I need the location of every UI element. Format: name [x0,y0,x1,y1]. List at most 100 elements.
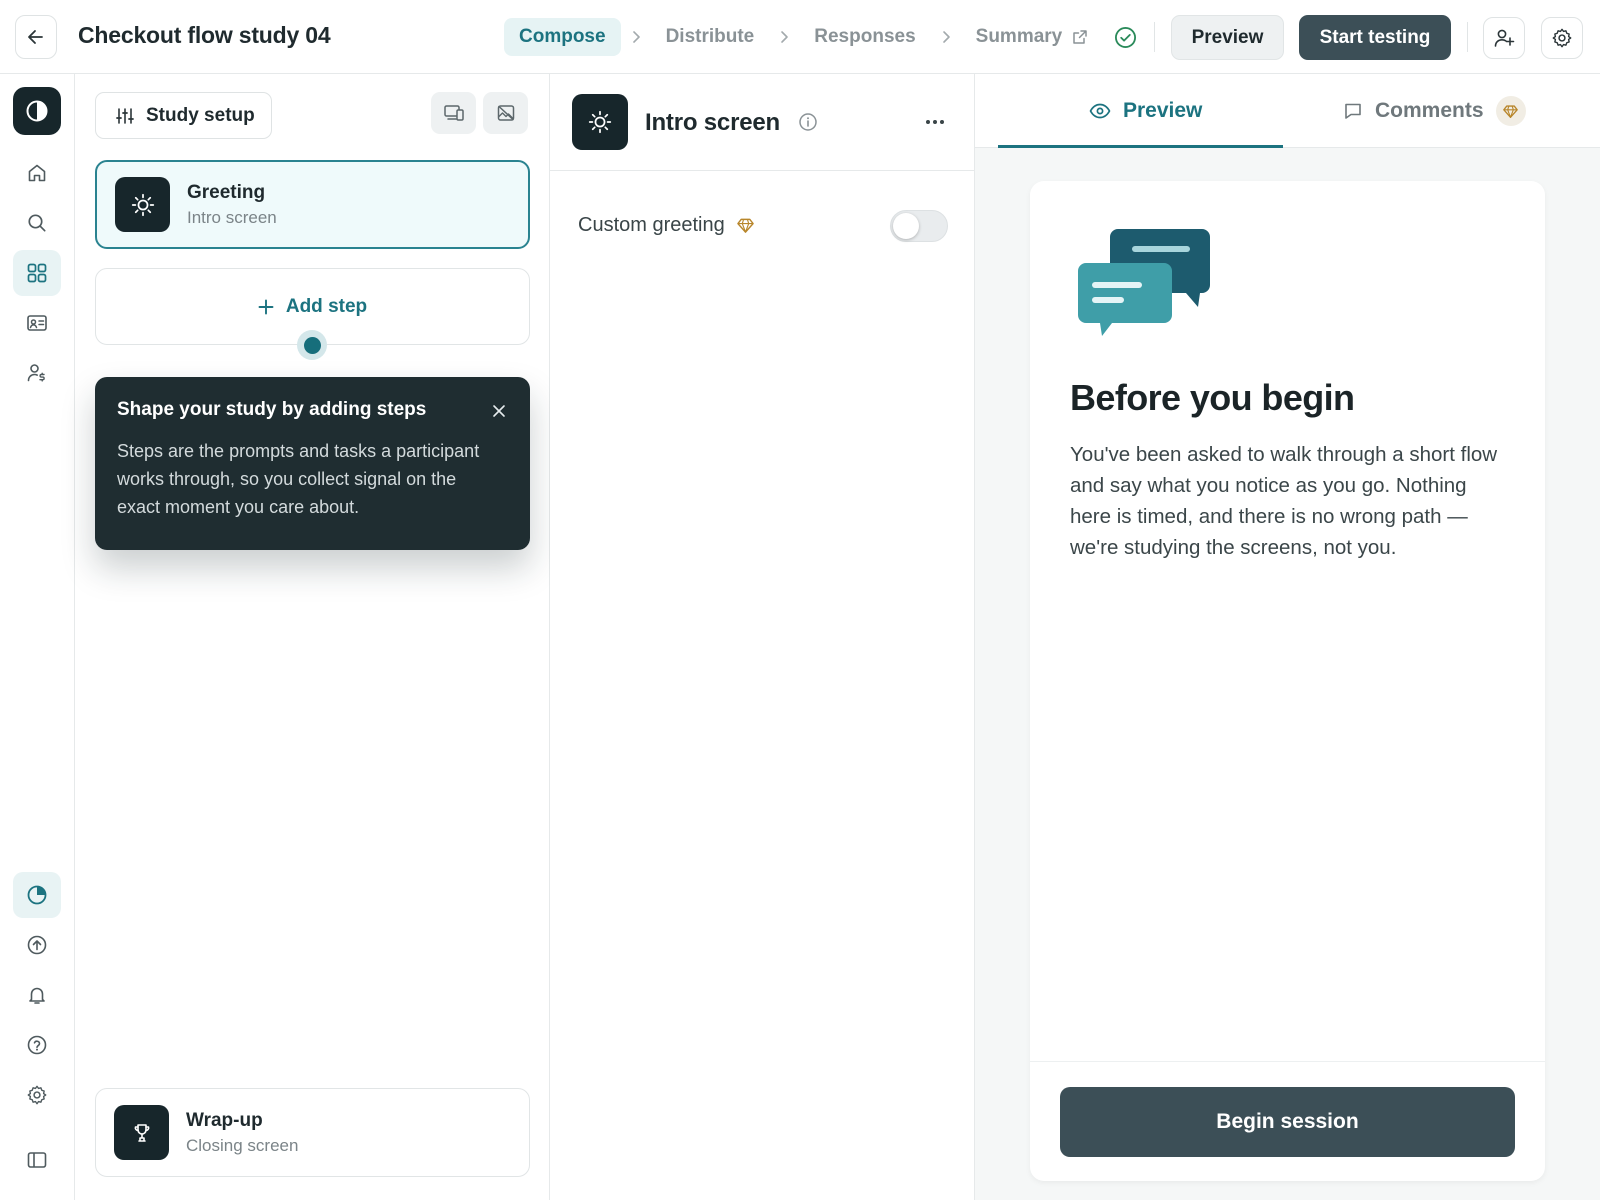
nav-upload[interactable] [13,922,61,968]
nav-billing[interactable] [13,350,61,396]
preview-tabs: Preview Comments [975,74,1600,148]
info-icon[interactable] [798,112,818,132]
home-icon [28,164,46,182]
tab-comments[interactable]: Comments [1343,74,1526,148]
tab-preview[interactable]: Preview [1089,74,1202,148]
nav-collapse-sidebar[interactable] [13,1137,61,1183]
step-responses[interactable]: Responses [799,18,930,56]
divider [1030,1061,1545,1062]
step-icon [115,177,170,232]
grid-icon [27,263,47,283]
preview-heading: Before you begin [1070,377,1355,418]
step-icon [572,94,628,150]
active-tab-indicator [998,145,1283,148]
participant-preview: Before you begin You've been asked to wa… [1030,181,1545,1181]
close-icon[interactable] [492,404,506,418]
pie-chart-icon [27,885,47,905]
preview-panel: Preview Comments Before you begin You've… [975,74,1600,1200]
preview-button[interactable]: Preview [1171,15,1284,60]
onboarding-tooltip: Shape your study by adding steps Steps a… [95,377,530,550]
begin-session-button[interactable]: Begin session [1060,1087,1515,1157]
step-card-greeting[interactable]: Greeting Intro screen [95,160,530,249]
nav-notifications[interactable] [13,972,61,1018]
nav-settings[interactable] [13,1072,61,1118]
eye-icon [1089,103,1111,119]
more-horizontal-icon [926,120,944,124]
nav-home[interactable] [13,150,61,196]
step-type: Intro screen [187,207,277,227]
contrast-icon [26,100,48,122]
step-summary[interactable]: Summary [961,18,1104,56]
divider [1154,22,1155,52]
premium-gem-icon [1503,104,1518,118]
chevron-right-icon [931,18,961,56]
sliders-icon [116,107,134,124]
nav-rail [0,74,75,1200]
study-setup-button[interactable]: Study setup [95,92,272,139]
user-plus-icon [1494,29,1515,47]
device-preview-button[interactable] [431,92,476,134]
nav-participants[interactable] [13,300,61,346]
workflow-steps: Compose Distribute Responses Summary [504,18,1103,56]
settings-button[interactable] [1541,17,1583,59]
back-button[interactable] [15,15,57,59]
check-circle-icon [1115,27,1136,48]
step-icon [114,1105,169,1160]
more-options-button[interactable] [920,109,950,135]
config-header: Intro screen [550,74,975,171]
study-setup-label: Study setup [146,104,255,126]
nav-analytics[interactable] [13,872,61,918]
chevron-right-icon [621,18,651,56]
step-distribute-label: Distribute [665,26,755,47]
nav-search[interactable] [13,200,61,246]
devices-icon [443,105,464,121]
premium-badge [1495,96,1526,126]
hide-images-button[interactable] [483,92,528,134]
external-link-icon [1073,30,1087,44]
step-compose-label: Compose [519,26,606,47]
tooltip-body: Steps are the prompts and tasks a partic… [117,441,480,517]
step-summary-label: Summary [975,26,1063,47]
custom-greeting-label: Custom greeting [578,213,725,236]
nav-studies[interactable] [13,250,61,296]
workspace-logo[interactable] [13,87,61,135]
step-card-wrap-up[interactable]: Wrap-up Closing screen [95,1088,530,1177]
config-title: Intro screen [645,109,780,136]
premium-gem-icon [736,218,754,233]
top-bar: Checkout flow study 04 Compose Distribut… [0,0,1600,74]
upload-circle-icon [27,935,47,955]
tab-preview-label: Preview [1123,99,1203,122]
id-card-icon [27,315,47,331]
custom-greeting-row: Custom greeting [578,207,948,243]
start-testing-button[interactable]: Start testing [1299,15,1451,60]
search-icon [28,214,46,232]
bell-icon [29,987,45,1004]
tooltip-title: Shape your study by adding steps [117,399,427,420]
step-name: Wrap-up [186,1109,263,1131]
add-step-label: Add step [285,295,368,317]
nav-help[interactable] [13,1022,61,1068]
sidebar-toggle-icon [27,1152,47,1168]
gear-icon [1552,28,1572,48]
step-distribute[interactable]: Distribute [651,18,770,56]
chat-bubbles-icon [1078,229,1210,336]
custom-greeting-toggle[interactable] [890,210,948,242]
sun-icon [588,110,612,134]
invite-collaborator-button[interactable] [1483,17,1525,59]
chevron-right-icon [769,18,799,56]
divider [1467,22,1468,52]
steps-panel: Study setup Greeting Intro screen Add st… [75,74,550,1200]
step-responses-label: Responses [814,26,916,47]
onboarding-hotspot[interactable] [297,330,327,360]
tab-comments-label: Comments [1375,99,1484,122]
trophy-icon [134,1123,149,1142]
help-icon [27,1035,47,1055]
step-config-panel: Intro screen Custom greeting [550,74,975,1200]
step-compose[interactable]: Compose [504,18,621,56]
step-name: Greeting [187,181,266,203]
image-off-icon [497,105,514,121]
step-type: Closing screen [186,1135,299,1155]
plus-icon [258,299,274,314]
study-title: Checkout flow study 04 [78,22,331,48]
user-billing-icon [27,364,45,382]
